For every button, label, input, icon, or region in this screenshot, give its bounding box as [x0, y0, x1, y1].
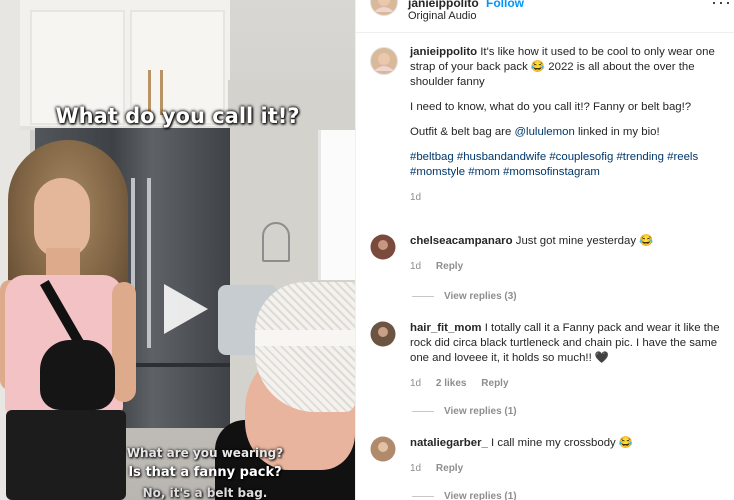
video-scene-hook — [262, 222, 290, 262]
video-subtitle-3: No, it's a belt bag. — [142, 486, 268, 500]
view-replies-button[interactable]: View replies (1) — [412, 406, 517, 417]
mention-link[interactable]: @lululemon — [514, 126, 574, 138]
follow-button[interactable]: Follow — [486, 0, 524, 10]
reply-button[interactable]: Reply — [481, 378, 508, 389]
view-replies-label: View replies (1) — [444, 406, 517, 417]
video-subtitle-1: What are you wearing? — [126, 446, 284, 460]
caption-time: 1d — [410, 192, 422, 203]
video-belt-bag — [40, 340, 115, 410]
video-person-man-cap-band — [255, 330, 355, 346]
audio-link[interactable]: Original Audio — [408, 10, 477, 22]
post-header: janieippolito Follow Original Audio ··· — [356, 0, 734, 33]
comment-username[interactable]: chelseacampanaro — [410, 235, 513, 247]
post-author-username[interactable]: janieippolito — [408, 0, 479, 10]
view-replies-label: View replies (3) — [444, 291, 517, 302]
caption-outfit-line: Outfit & belt bag are @lululemon linked … — [410, 125, 728, 140]
comment-time: 1d — [410, 463, 422, 474]
video-overlay-title: What do you call it!? — [55, 104, 300, 128]
caption-outfit-prefix: Outfit & belt bag are — [410, 126, 515, 138]
comment-time: 1d — [410, 378, 422, 389]
video-person-woman-face — [34, 178, 90, 258]
avatar[interactable] — [370, 321, 396, 347]
hashtags-line-2[interactable]: #momstyle #mom #momsofinstagram — [410, 165, 728, 180]
video-subtitle-2: Is that a fanny pack? — [128, 465, 282, 480]
post-details-panel: janieippolito Follow Original Audio ··· … — [355, 0, 734, 500]
video-scene-window — [318, 130, 355, 280]
avatar[interactable] — [370, 47, 398, 75]
avatar[interactable] — [370, 234, 396, 260]
avatar[interactable] — [370, 0, 398, 16]
replies-divider — [412, 410, 434, 412]
reply-button[interactable]: Reply — [436, 261, 463, 272]
video-person-woman-neck — [46, 248, 80, 278]
caption-username[interactable]: janieippolito — [410, 46, 477, 58]
hashtags-line-1[interactable]: #beltbag #husbandandwife #couplesofig #t… — [410, 150, 728, 165]
view-replies-button[interactable]: View replies (3) — [412, 291, 517, 302]
comment-text: Just got mine yesterday 😂 — [515, 235, 654, 247]
video-person-woman-arm-right — [112, 282, 136, 402]
play-icon[interactable] — [150, 278, 212, 340]
reel-video[interactable]: What do you call it!? What are you weari… — [0, 0, 355, 500]
more-icon[interactable]: ··· — [711, 0, 732, 13]
comment-text: I call mine my crossbody 😂 — [491, 437, 634, 449]
view-replies-button[interactable]: View replies (1) — [412, 491, 517, 500]
caption-question: I need to know, what do you call it!? Fa… — [410, 101, 692, 113]
reply-button[interactable]: Reply — [436, 463, 463, 474]
caption-outfit-suffix: linked in my bio! — [574, 126, 660, 138]
replies-divider — [412, 495, 434, 497]
replies-divider — [412, 295, 434, 297]
comment-time: 1d — [410, 261, 422, 272]
video-person-man-cap — [255, 282, 355, 412]
comment-username[interactable]: hair_fit_mom — [410, 322, 482, 334]
comment-username[interactable]: nataliegarber_ — [410, 437, 488, 449]
view-replies-label: View replies (1) — [444, 491, 517, 500]
likes-count[interactable]: 2 likes — [436, 378, 467, 389]
avatar[interactable] — [370, 436, 396, 462]
